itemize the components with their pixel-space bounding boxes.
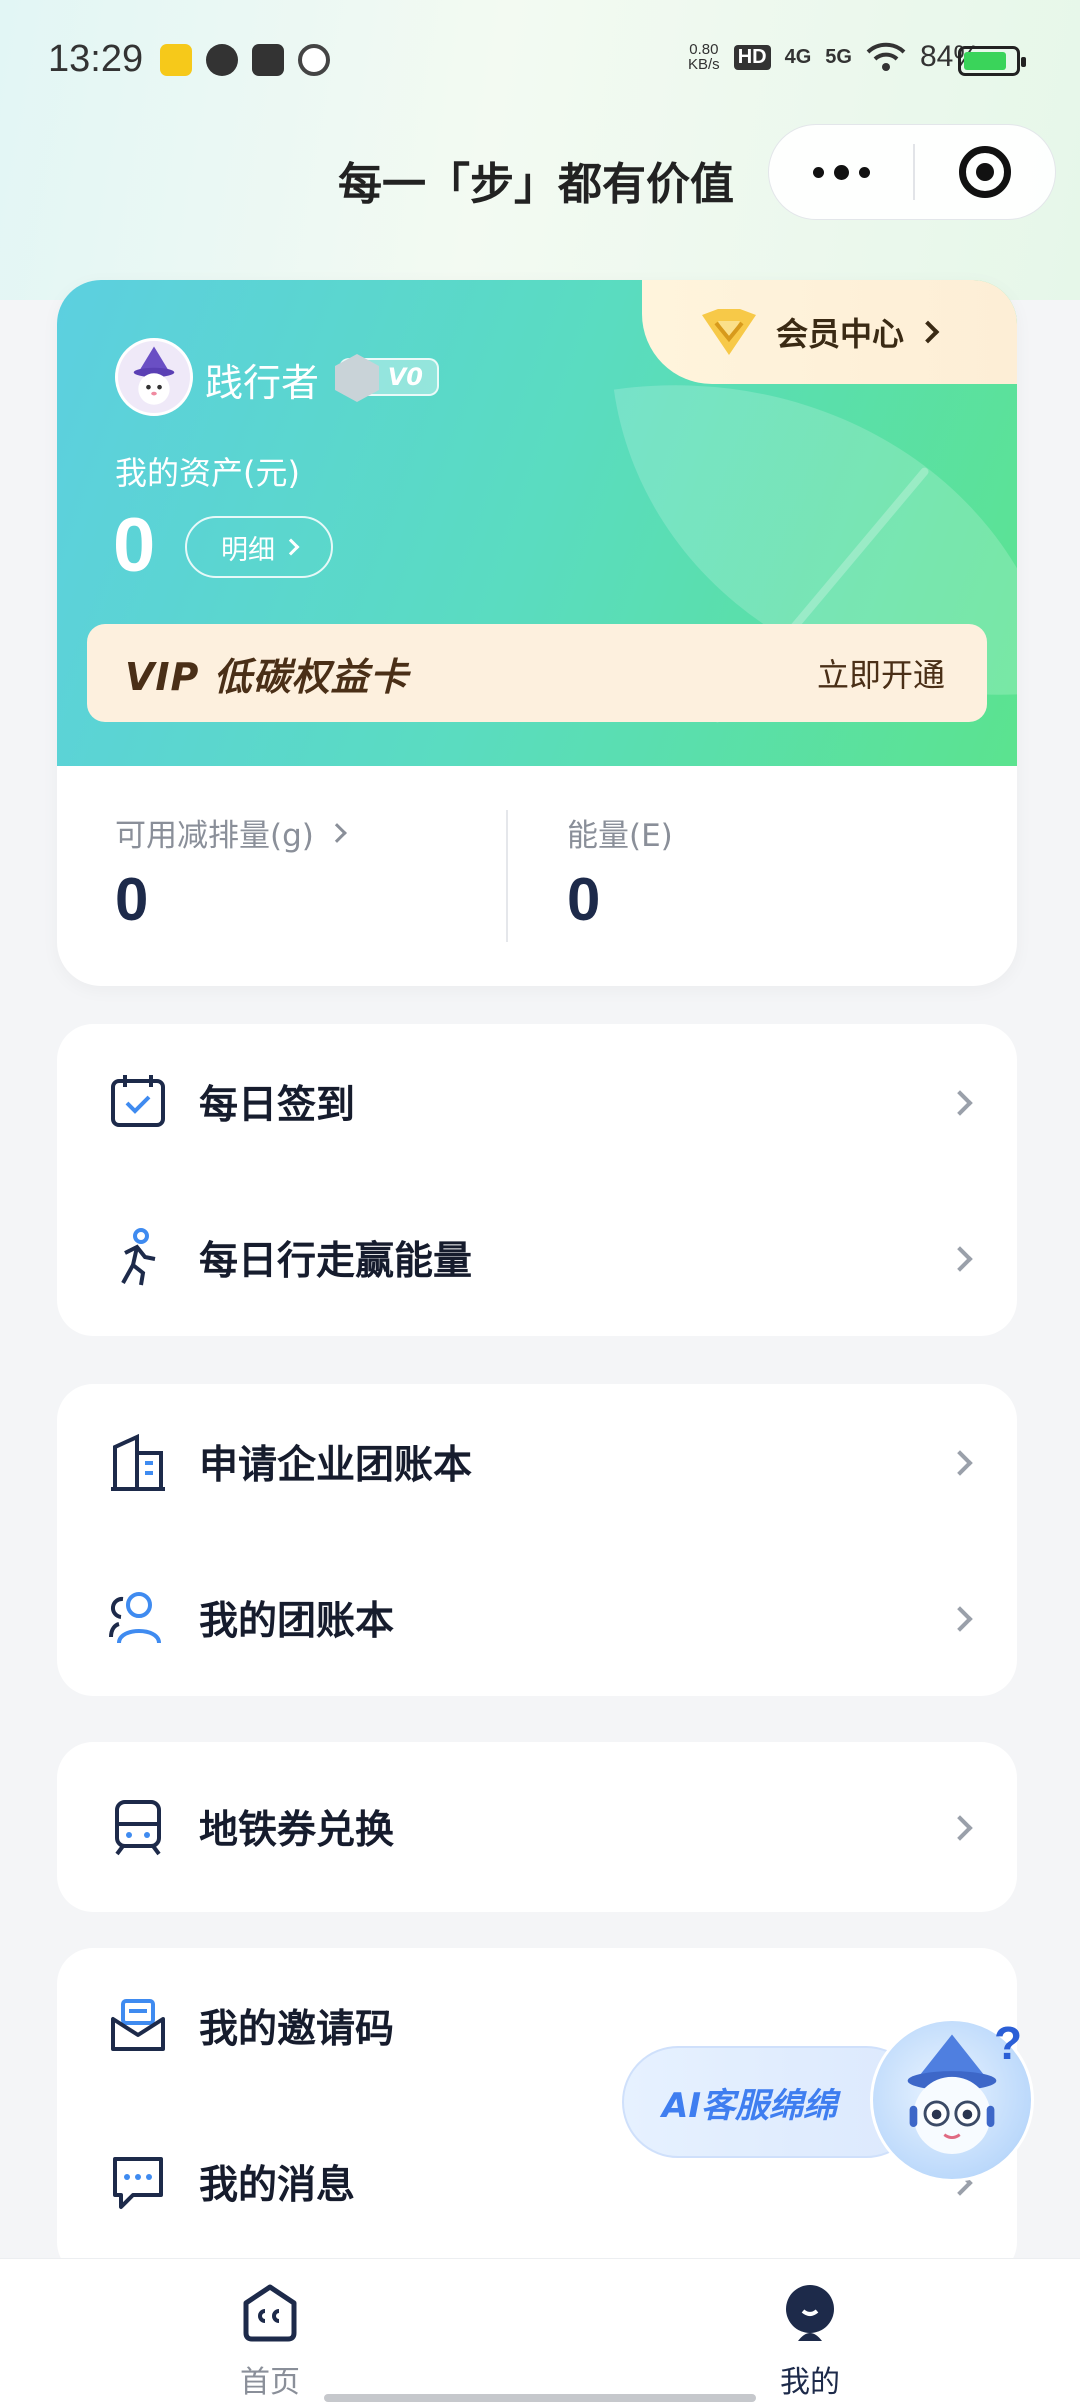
invite-envelope-icon	[107, 1995, 169, 2057]
notification-badge-icon	[298, 44, 330, 76]
chevron-right-icon	[947, 1246, 973, 1272]
vip-card-title: VIP 低碳权益卡	[125, 654, 409, 699]
menu-label: 我的邀请码	[199, 2007, 395, 2052]
chevron-right-icon	[326, 822, 347, 843]
wechat-icon	[206, 44, 238, 76]
vip-activate-link[interactable]: 立即开通	[817, 650, 945, 696]
hd-icon: HD	[733, 44, 771, 70]
close-miniprogram-button[interactable]	[915, 146, 1055, 198]
app-notification-icon	[160, 44, 192, 76]
reduction-value: 0	[115, 866, 149, 933]
menu-label: 每日签到	[199, 1083, 356, 1128]
tab-mine-label: 我的	[780, 2365, 840, 2400]
asset-card-header: 会员中心 践行者 V0 我的资产(元) 0 明细 VIP 低碳权益卡 立即开通	[57, 280, 1017, 766]
dot-icon	[858, 166, 870, 178]
energy-stat: 能量(E) 0	[567, 810, 673, 934]
ai-assistant-label: AI客服绵绵	[662, 2085, 837, 2126]
menu-label: 我的消息	[199, 2163, 356, 2208]
bottom-tab-bar: 首页 我的	[0, 2258, 1080, 2408]
menu-item-daily-checkin[interactable]: 每日签到	[57, 1024, 1017, 1180]
chevron-right-icon	[282, 538, 300, 556]
network-speed-unit: KB/s	[688, 56, 720, 73]
menu-label: 地铁券兑换	[199, 1808, 395, 1853]
energy-label: 能量(E)	[567, 818, 673, 854]
calendar-check-icon	[107, 1071, 169, 1133]
menu-label: 我的团账本	[199, 1599, 395, 1644]
dot-icon	[812, 166, 824, 178]
chevron-right-icon	[947, 1450, 973, 1476]
level-badge[interactable]: V0	[339, 358, 439, 396]
profile-icon	[778, 2281, 842, 2345]
dot-icon	[833, 164, 849, 180]
chevron-right-icon	[916, 320, 940, 344]
chevron-right-icon	[947, 1090, 973, 1116]
menu-group-team: 申请企业团账本 我的团账本	[57, 1384, 1017, 1696]
asset-value: 0	[113, 503, 156, 588]
stats-divider	[506, 810, 508, 942]
network-speed: 0.80 KB/s	[688, 42, 720, 72]
tab-home[interactable]: 首页	[190, 2281, 350, 2401]
vip-crown-icon	[698, 307, 760, 357]
reduction-label: 可用减排量(g)	[115, 818, 314, 854]
menu-group-subway: 地铁券兑换	[57, 1742, 1017, 1912]
home-indicator[interactable]	[324, 2394, 756, 2402]
signal-5g-icon: 5G	[825, 45, 852, 68]
walking-icon	[107, 1227, 169, 1289]
status-indicators: 0.80 KB/s HD 4G 5G 84%	[688, 40, 980, 74]
tab-home-label: 首页	[240, 2365, 300, 2400]
stats-row: 可用减排量(g) 0 能量(E) 0	[57, 766, 1017, 986]
wifi-icon	[866, 42, 906, 71]
home-icon	[238, 2281, 302, 2345]
reduction-label-row: 可用减排量(g)	[115, 810, 347, 855]
menu-label: 每日行走赢能量	[199, 1239, 473, 1284]
asset-card: 会员中心 践行者 V0 我的资产(元) 0 明细 VIP 低碳权益卡 立即开通	[57, 280, 1017, 986]
target-icon	[959, 146, 1011, 198]
miniprogram-capsule	[768, 124, 1056, 220]
group-icon	[107, 1587, 169, 1649]
menu-item-my-ledger[interactable]: 我的团账本	[57, 1540, 1017, 1696]
user-name: 践行者	[205, 361, 320, 405]
asset-detail-button[interactable]: 明细	[185, 516, 333, 578]
status-bar: 13:29 0.80 KB/s HD 4G 5G 84%	[0, 0, 1080, 120]
subway-icon	[107, 1796, 169, 1858]
building-icon	[107, 1431, 169, 1493]
chevron-right-icon	[947, 1606, 973, 1632]
menu-item-subway-coupon[interactable]: 地铁券兑换	[57, 1742, 1017, 1912]
menu-group-daily: 每日签到 每日行走赢能量	[57, 1024, 1017, 1336]
asset-label: 我的资产(元)	[115, 454, 300, 492]
battery-icon	[958, 46, 1026, 76]
tab-mine[interactable]: 我的	[730, 2281, 890, 2401]
menu-item-apply-enterprise-ledger[interactable]: 申请企业团账本	[57, 1384, 1017, 1540]
detail-button-label: 明细	[221, 534, 275, 566]
status-time: 13:29	[48, 38, 144, 80]
network-speed-value: 0.80	[689, 41, 719, 58]
energy-value: 0	[567, 866, 601, 933]
video-app-icon	[252, 44, 284, 76]
page-title: 每一「步」都有价值	[338, 159, 734, 210]
member-center-label: 会员中心	[776, 315, 905, 353]
more-options-button[interactable]	[769, 125, 913, 219]
battery-fill	[964, 52, 1006, 70]
question-mark-icon: ?	[994, 2017, 1023, 2069]
signal-4g-icon: 4G	[784, 45, 812, 68]
avatar[interactable]	[115, 338, 193, 416]
menu-item-daily-walk[interactable]: 每日行走赢能量	[57, 1180, 1017, 1336]
reduction-stat[interactable]: 可用减排量(g) 0	[115, 810, 347, 934]
vip-benefit-card[interactable]: VIP 低碳权益卡 立即开通	[87, 624, 987, 722]
notification-icons	[160, 44, 330, 76]
chevron-right-icon	[947, 1815, 973, 1841]
message-icon	[107, 2151, 169, 2213]
menu-label: 申请企业团账本	[199, 1443, 473, 1488]
member-center-button[interactable]: 会员中心	[642, 280, 1017, 384]
